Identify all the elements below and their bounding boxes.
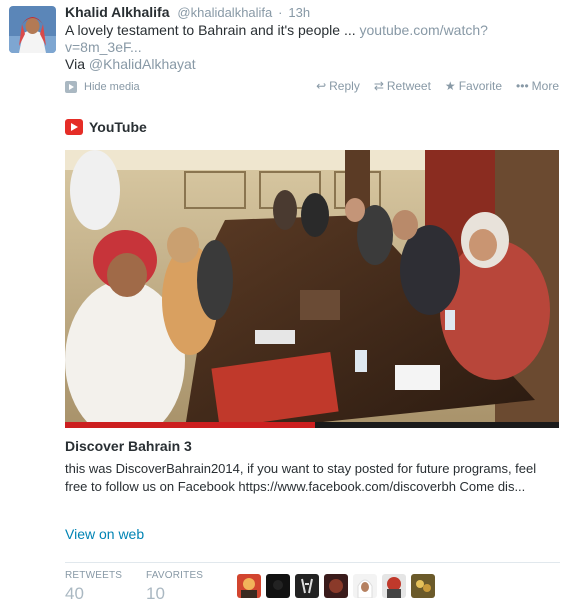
favoriter-avatars	[237, 574, 435, 598]
reply-button[interactable]: ↩ Reply	[316, 78, 360, 94]
more-label: More	[531, 79, 559, 93]
favoriter-avatar[interactable]	[266, 574, 290, 598]
retweet-icon: ⇄	[373, 79, 384, 93]
favoriter-avatar[interactable]	[237, 574, 261, 598]
view-on-web-link[interactable]: View on web	[65, 526, 144, 542]
video-title[interactable]: Discover Bahrain 3	[65, 438, 192, 454]
via-prefix: Via	[65, 56, 89, 72]
stats-divider	[65, 562, 560, 563]
favoriter-avatar[interactable]	[411, 574, 435, 598]
retweets-count: 40	[65, 584, 84, 600]
tweet-actions: ↩ Reply ⇄ Retweet ★ Favorite ••• More	[316, 78, 559, 94]
hide-media-button[interactable]: Hide media	[65, 80, 140, 94]
favoriter-avatar[interactable]	[324, 574, 348, 598]
favorites-stat[interactable]: FAVORITES 10	[146, 570, 203, 600]
favorites-label: FAVORITES	[146, 570, 204, 581]
reply-icon: ↩	[316, 79, 327, 93]
youtube-logo-icon	[65, 119, 83, 135]
retweets-stat[interactable]: RETWEETS 40	[65, 570, 122, 600]
via-line: Via @KhalidAlkhayat	[65, 56, 196, 72]
retweet-button[interactable]: ⇄ Retweet	[374, 78, 431, 94]
favoriter-avatar[interactable]	[295, 574, 319, 598]
tweet-header: Khalid Alkhalifa @khalidalkhalifa · 13h	[65, 4, 560, 22]
video-player[interactable]	[65, 150, 559, 428]
retweets-label: RETWEETS	[65, 570, 123, 581]
more-button[interactable]: ••• More	[516, 78, 559, 94]
tweet-text: A lovely testament to Bahrain and it's p…	[65, 22, 535, 56]
favorite-button[interactable]: ★ Favorite	[445, 78, 502, 94]
retweet-label: Retweet	[386, 79, 431, 93]
media-play-icon	[65, 81, 77, 93]
source-name: YouTube	[89, 119, 147, 135]
tweet-timestamp[interactable]: 13h	[288, 5, 310, 20]
hide-media-label: Hide media	[84, 81, 140, 93]
author-avatar[interactable]	[9, 6, 56, 53]
more-icon: •••	[516, 79, 529, 93]
favoriter-avatar[interactable]	[382, 574, 406, 598]
via-handle[interactable]: @KhalidAlkhayat	[89, 56, 196, 72]
author-name[interactable]: Khalid Alkhalifa	[65, 4, 170, 20]
separator-dot: ·	[278, 5, 283, 20]
favoriter-avatar[interactable]	[353, 574, 377, 598]
star-icon: ★	[444, 79, 456, 93]
tweet-body: A lovely testament to Bahrain and it's p…	[65, 22, 360, 38]
video-thumbnail	[65, 150, 559, 428]
favorites-count: 10	[146, 584, 165, 600]
reply-label: Reply	[329, 79, 360, 93]
author-handle[interactable]: @khalidalkhalifa	[177, 5, 272, 20]
favorite-label: Favorite	[458, 79, 503, 93]
card-source[interactable]: YouTube	[65, 117, 147, 137]
video-description: this was DiscoverBahrain2014, if you wan…	[65, 461, 537, 494]
